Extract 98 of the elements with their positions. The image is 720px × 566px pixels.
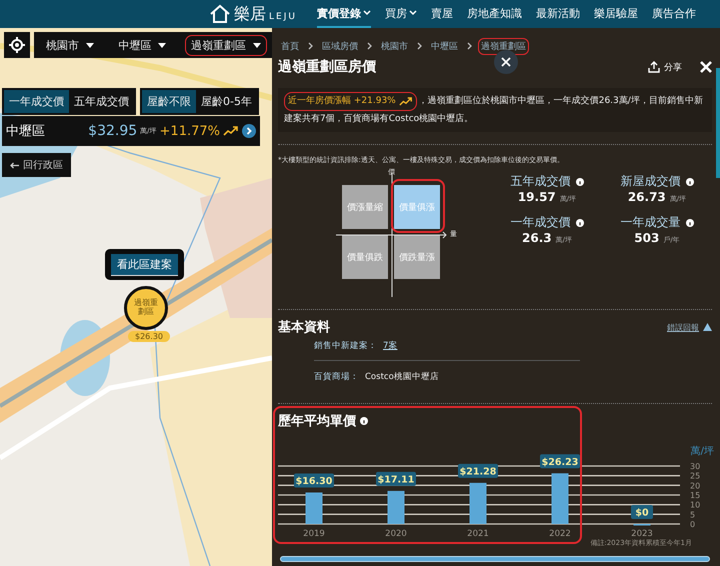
data-label: $16.30 (296, 476, 333, 487)
info-icon[interactable] (686, 218, 694, 226)
stat-label: 一年成交量 (620, 214, 680, 231)
view-listings-button[interactable]: 看此區建案 (111, 254, 178, 276)
stat-value: 26.73 (628, 190, 666, 204)
breadcrumb-link[interactable]: 過嶺重劃區 (478, 38, 529, 54)
y-tick-label: 5 (690, 510, 696, 520)
data-label: $21.28 (460, 466, 497, 478)
scrollbar[interactable] (716, 68, 720, 178)
nav-menu-item[interactable]: 賣屋 (431, 0, 453, 28)
nav-menu-item[interactable]: 最新活動 (536, 0, 580, 28)
error-report-link[interactable]: 錯誤回報 (667, 322, 699, 332)
breadcrumb-link[interactable]: 區域房價 (319, 38, 361, 54)
page-title: 過嶺重劃區房價 (278, 58, 376, 76)
locate-button[interactable] (4, 32, 30, 58)
district-price: $32.95 (88, 123, 138, 139)
close-icon (501, 57, 511, 67)
value-label: $21.28 (458, 464, 498, 478)
value-label: $26.23 (540, 454, 580, 468)
section-title: 基本資料 (278, 319, 330, 336)
house-age-tab[interactable]: 屋齡0-5年 (196, 90, 257, 113)
chevron-right-icon (308, 42, 313, 50)
price-type-tab[interactable]: 一年成交價 (4, 90, 69, 113)
x-tick-label: 2019 (303, 529, 325, 538)
info-icon[interactable] (360, 417, 368, 425)
warning-icon (703, 323, 712, 331)
nav-menu-item[interactable]: 廣告合作 (652, 0, 696, 28)
y-tick-label: 25 (690, 472, 700, 481)
value-label: $17.11 (376, 472, 416, 486)
stat-value: 503 (634, 231, 660, 245)
trend-up-icon (223, 126, 239, 136)
back-to-district-button[interactable]: 回行政區 (2, 153, 71, 177)
info-icon[interactable] (576, 178, 584, 186)
share-icon (648, 61, 660, 73)
price-type-tab[interactable]: 五年成交價 (69, 90, 134, 113)
nav-menu-item[interactable]: 樂居驗屋 (594, 0, 638, 28)
stat-value: 19.57 (518, 190, 556, 204)
marker-price: $26.30 (128, 331, 170, 342)
x-tick-label: 2021 (467, 529, 489, 538)
y-tick-label: 10 (690, 500, 700, 510)
caret-icon (158, 42, 166, 48)
summary-text: 近一年房價漲幅 +21.93% ，過嶺重劃區位於桃園市中壢區，一年成交價26.3萬/坪，目前銷售中新建案共有7個，百貨商場有Costco桃園中壢店。 (284, 92, 706, 128)
data-label: $17.11 (378, 474, 414, 486)
breadcrumb-link[interactable]: 首頁 (278, 38, 302, 54)
chevron-right-icon (417, 42, 422, 50)
value-label: $0 (631, 505, 653, 519)
close-button[interactable] (494, 50, 518, 74)
info-label: 百貨商場： (314, 371, 359, 383)
y-tick-label: 20 (690, 481, 700, 490)
stat-label: 新屋成交價 (620, 173, 680, 190)
nav-menu-item[interactable]: 房地產知識 (467, 0, 522, 28)
chevron-right-icon[interactable] (242, 124, 256, 138)
district-name: 中壢區 (6, 123, 45, 140)
caret-icon (252, 42, 261, 48)
trend-up-icon (398, 97, 413, 106)
info-icon[interactable] (576, 218, 584, 226)
logo-text[interactable]: 樂居 (234, 4, 266, 24)
caret-icon (86, 42, 94, 48)
breadcrumb-link[interactable]: 桃園市 (378, 38, 411, 54)
market-quadrant-cell: 價跌量漲 (394, 235, 440, 279)
y-tick-label: 0 (690, 520, 696, 529)
house-logo-icon (209, 4, 232, 24)
data-label: $0 (635, 508, 649, 518)
share-button[interactable]: 分享 (642, 60, 688, 74)
x-tick-label: 2023 (631, 529, 653, 538)
chart-scrollbar[interactable] (280, 556, 710, 562)
stat-label: 五年成交價 (510, 173, 570, 190)
chevron-right-icon (467, 42, 472, 50)
crosshair-icon (9, 37, 25, 53)
value-label: $16.30 (294, 473, 334, 488)
data-label: $26.23 (542, 456, 578, 468)
price-change: +11.77% (160, 124, 220, 138)
x-tick-label: 2020 (385, 529, 407, 538)
stat-label: 一年成交價 (510, 214, 570, 231)
logo-subtext: LEJU (269, 10, 297, 22)
y-tick-label: 15 (690, 491, 700, 500)
stat-value: 26.3 (522, 231, 552, 245)
info-label: 銷售中新建案： (314, 340, 377, 352)
x-tick-label: 2022 (549, 529, 571, 538)
y-tick-label: 30 (690, 462, 700, 471)
market-quadrant-cell: 價量俱跌 (342, 235, 388, 279)
market-quadrant-cell: 價量俱漲 (394, 185, 440, 229)
info-link[interactable]: 7案 (383, 340, 398, 352)
house-age-tab[interactable]: 屋齡不限 (142, 90, 196, 113)
close-icon[interactable] (700, 61, 712, 73)
market-quadrant-cell: 價漲量縮 (342, 185, 388, 229)
marker-label: 過嶺重劃區 (133, 299, 159, 317)
info-icon[interactable] (686, 178, 694, 186)
back-arrow-icon (10, 162, 19, 168)
breadcrumb-link[interactable]: 中壢區 (428, 38, 461, 54)
chevron-right-icon (367, 42, 372, 50)
nav-menu-item[interactable]: 買房 (385, 0, 417, 28)
area-dropdown[interactable]: 桃園市 (40, 34, 100, 56)
y-axis-unit: 萬/坪 (690, 446, 714, 457)
area-dropdown[interactable]: 中壢區 (112, 34, 172, 56)
area-dropdown[interactable]: 過嶺重劃區 (184, 34, 267, 56)
info-value: Costco桃園中壢店 (365, 371, 439, 383)
section-title: 歷年平均單價 (278, 413, 356, 430)
